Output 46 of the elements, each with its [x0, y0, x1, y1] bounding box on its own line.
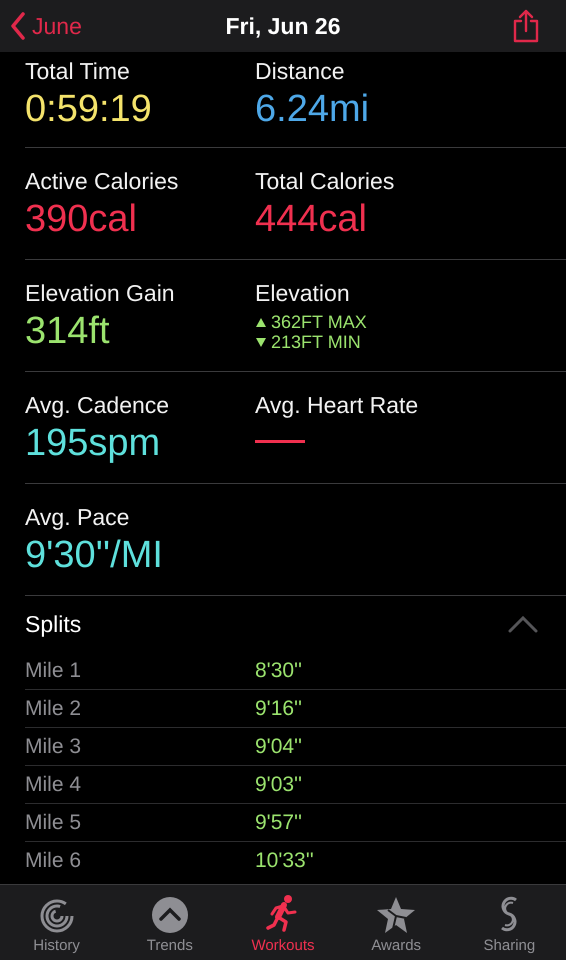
tab[interactable]: Awards	[340, 885, 453, 960]
metric-label: Elevation Gain	[25, 279, 175, 308]
metric-label: Avg. Pace	[25, 503, 130, 532]
metric-value: 9'30''/MI	[25, 533, 163, 578]
back-button[interactable]: June	[10, 8, 82, 44]
metric-label: Elevation	[255, 279, 350, 308]
down-triangle-icon	[255, 336, 267, 348]
chevron-circle-icon	[150, 896, 189, 934]
share-icon[interactable]	[511, 9, 541, 43]
metric-label: Distance	[255, 57, 344, 86]
tab[interactable]: History	[0, 885, 114, 960]
metric-value: 195spm	[25, 421, 160, 466]
metric-label: Active Calories	[25, 167, 178, 196]
metric-label: Total Calories	[255, 167, 394, 196]
split-pace: 9'16''	[255, 696, 302, 722]
rings-icon	[38, 898, 75, 934]
metric-label: Avg. Cadence	[25, 391, 170, 420]
elevation-min: 213FT MIN	[271, 332, 361, 352]
metric-value: 444cal	[255, 197, 367, 242]
metric-value: 390cal	[25, 197, 137, 242]
collapse-chevron-icon[interactable]	[508, 615, 538, 633]
split-pace: 9'03''	[255, 772, 302, 798]
split-label: Mile 6	[25, 848, 82, 874]
splits-title: Splits	[25, 610, 82, 639]
tab[interactable]: Workouts	[226, 885, 340, 960]
split-pace: 9'57''	[255, 810, 302, 836]
tab[interactable]: Trends	[113, 885, 226, 960]
metric-label: Avg. Heart Rate	[255, 391, 418, 420]
nav-title: Fri, Jun 26	[225, 12, 341, 41]
split-pace: 8'30''	[255, 658, 302, 684]
split-label: Mile 3	[25, 734, 82, 760]
metric-label: Total Time	[25, 57, 130, 86]
star-icon	[376, 896, 416, 934]
tab[interactable]: Sharing	[452, 885, 566, 960]
elevation-max: 362FT MAX	[271, 312, 367, 332]
split-label: Mile 1	[25, 658, 82, 684]
split-pace: 10'33''	[255, 848, 314, 874]
back-chevron-icon	[10, 12, 26, 40]
metric-value: 6.24mi	[255, 87, 370, 132]
split-label: Mile 5	[25, 810, 82, 836]
split-label: Mile 4	[25, 772, 82, 798]
metric-value: 314ft	[25, 309, 110, 354]
split-pace: 9'04''	[255, 734, 302, 760]
split-label: Mile 2	[25, 696, 82, 722]
up-triangle-icon	[255, 316, 267, 328]
metric-value: 0:59:19	[25, 87, 152, 132]
